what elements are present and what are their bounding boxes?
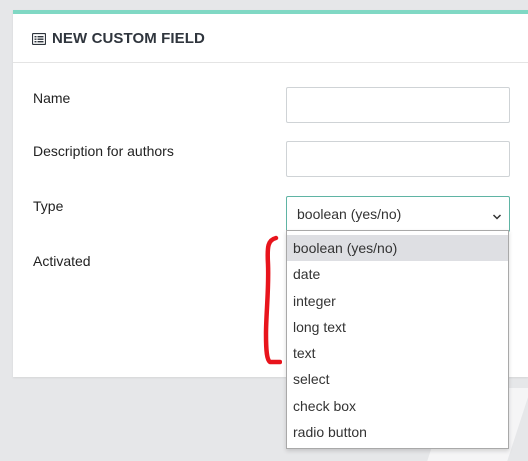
dropdown-option-select[interactable]: select [287, 366, 508, 392]
panel-title: NEW CUSTOM FIELD [52, 29, 205, 47]
type-dropdown-list: boolean (yes/no) date integer long text … [286, 230, 509, 449]
dropdown-option-boolean[interactable]: boolean (yes/no) [287, 235, 508, 262]
name-label: Name [33, 90, 71, 106]
dropdown-option-radio-button[interactable]: radio button [287, 419, 508, 445]
red-bracket-annotation [263, 235, 282, 365]
dropdown-option-check-box[interactable]: check box [287, 393, 508, 419]
dropdown-option-integer[interactable]: integer [287, 288, 508, 314]
name-input[interactable] [286, 87, 510, 123]
type-label: Type [33, 198, 64, 214]
description-input[interactable] [286, 141, 510, 177]
type-select-value: boolean (yes/no) [297, 206, 402, 222]
chevron-down-icon [492, 209, 502, 220]
dropdown-option-text[interactable]: text [287, 340, 508, 366]
dropdown-option-date[interactable]: date [287, 261, 508, 287]
activated-label: Activated [33, 253, 91, 269]
description-label: Description for authors [33, 143, 174, 159]
list-icon [31, 32, 47, 46]
dropdown-option-long-text[interactable]: long text [287, 314, 508, 340]
type-select[interactable]: boolean (yes/no) [286, 196, 510, 232]
panel-header: NEW CUSTOM FIELD [13, 14, 528, 63]
